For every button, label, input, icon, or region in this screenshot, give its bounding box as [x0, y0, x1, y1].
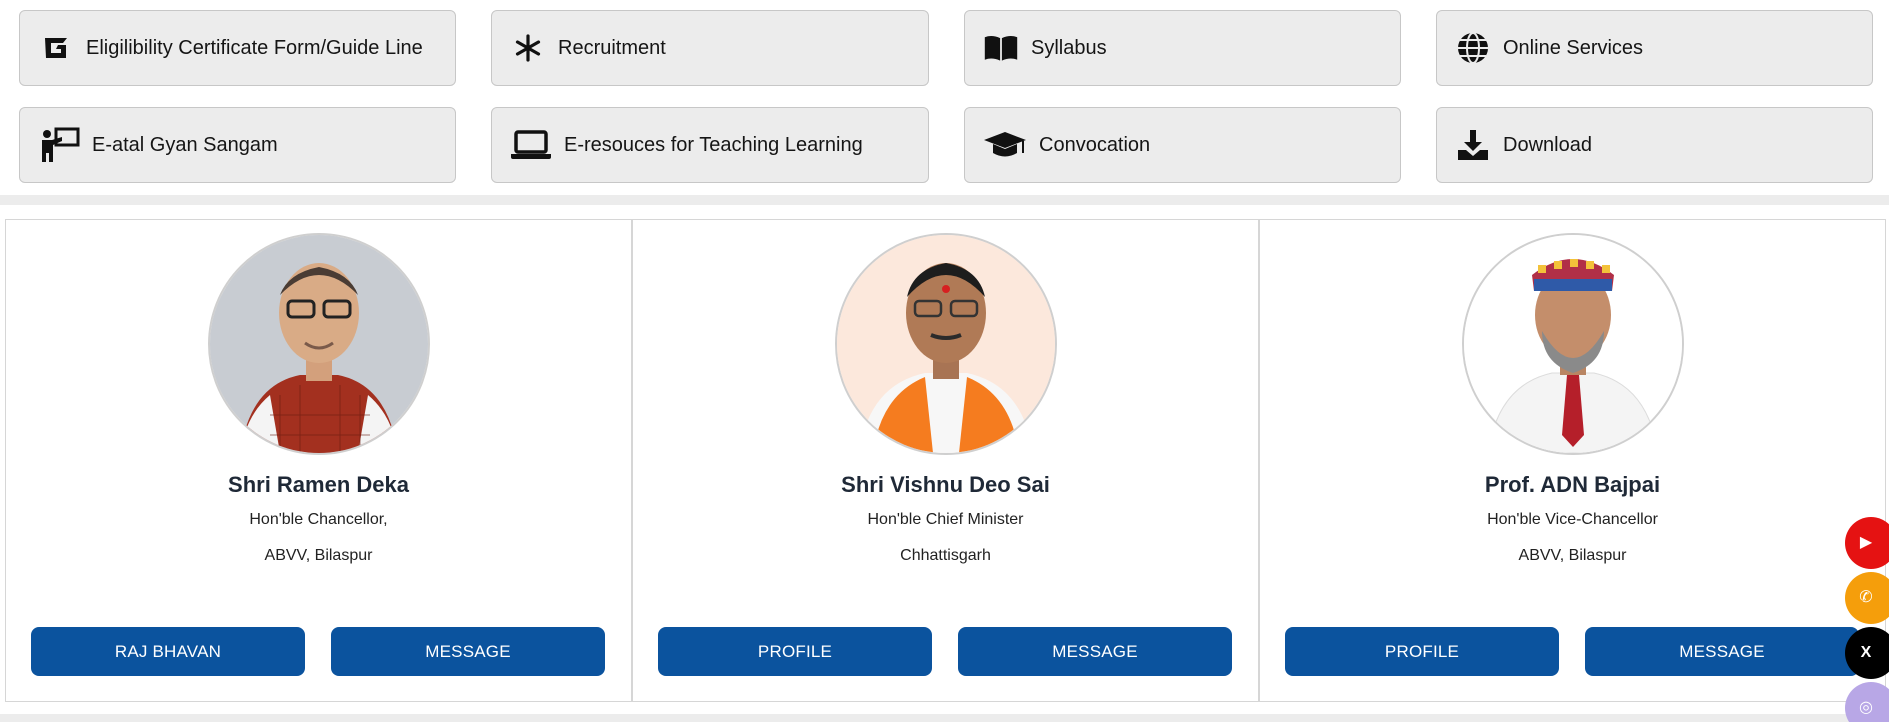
- quick-link-recruitment[interactable]: Recruitment: [491, 10, 929, 86]
- youtube-button[interactable]: ▶: [1845, 517, 1889, 569]
- whatsapp-button[interactable]: ✆: [1845, 572, 1889, 624]
- profile-role: Hon'ble Chief Minister: [867, 511, 1024, 528]
- quick-link-label: E-resouces for Teaching Learning: [564, 133, 863, 156]
- page: Eligilibility Certificate Form/Guide Lin…: [0, 0, 1889, 722]
- quick-link-syllabus[interactable]: Syllabus: [964, 10, 1401, 86]
- profile-button[interactable]: PROFILE: [1285, 627, 1559, 676]
- section-divider: [0, 714, 1889, 722]
- profile-location: Chhattisgarh: [900, 547, 991, 564]
- profile-location: ABVV, Bilaspur: [1518, 547, 1627, 564]
- quick-link-e-atal-gyan-sangam[interactable]: E-atal Gyan Sangam: [19, 107, 456, 183]
- quick-link-label: Syllabus: [1031, 36, 1107, 59]
- g-logo-icon: [38, 30, 74, 66]
- profile-name: Shri Ramen Deka: [228, 472, 409, 497]
- globe-icon: [1455, 30, 1491, 66]
- book-icon: [983, 30, 1019, 66]
- message-button[interactable]: MESSAGE: [1585, 627, 1859, 676]
- profile-name: Shri Vishnu Deo Sai: [841, 472, 1050, 497]
- laptop-icon: [510, 127, 552, 163]
- quick-link-label: Download: [1503, 133, 1592, 156]
- quick-link-label: Recruitment: [558, 36, 666, 59]
- quick-link-e-resources[interactable]: E-resouces for Teaching Learning: [491, 107, 929, 183]
- graduation-cap-icon: [983, 127, 1027, 163]
- section-divider: [0, 195, 1889, 205]
- x-button[interactable]: X: [1845, 627, 1889, 679]
- quick-link-eligibility[interactable]: Eligilibility Certificate Form/Guide Lin…: [19, 10, 456, 86]
- raj-bhavan-button[interactable]: RAJ BHAVAN: [31, 627, 305, 676]
- quick-link-label: E-atal Gyan Sangam: [92, 133, 278, 156]
- download-icon: [1455, 127, 1491, 163]
- dignitaries-section: Shri Ramen Deka Hon'ble Chancellor, ABVV…: [5, 219, 1889, 702]
- profile-location: ABVV, Bilaspur: [264, 547, 373, 564]
- x-icon: X: [1860, 644, 1872, 661]
- quick-links-grid: Eligilibility Certificate Form/Guide Lin…: [0, 0, 1889, 195]
- profile-card-chancellor: Shri Ramen Deka Hon'ble Chancellor, ABVV…: [5, 219, 632, 702]
- profile-card-vice-chancellor: Prof. ADN Bajpai Hon'ble Vice-Chancellor…: [1259, 219, 1886, 702]
- quick-link-download[interactable]: Download: [1436, 107, 1873, 183]
- message-button[interactable]: MESSAGE: [958, 627, 1232, 676]
- profile-button[interactable]: PROFILE: [658, 627, 932, 676]
- teacher-board-icon: [38, 127, 80, 163]
- quick-link-label: Eligilibility Certificate Form/Guide Lin…: [86, 36, 423, 59]
- message-button[interactable]: MESSAGE: [331, 627, 605, 676]
- quick-link-label: Online Services: [1503, 36, 1644, 59]
- whatsapp-icon: ✆: [1859, 589, 1873, 606]
- quick-link-online-services[interactable]: Online Services: [1436, 10, 1873, 86]
- profile-role: Hon'ble Chancellor,: [249, 511, 388, 528]
- avatar: [1461, 233, 1684, 455]
- asterisk-icon: [510, 30, 546, 66]
- avatar: [834, 233, 1057, 455]
- avatar: [207, 233, 430, 455]
- quick-link-label: Convocation: [1039, 133, 1151, 156]
- profile-role: Hon'ble Vice-Chancellor: [1487, 511, 1658, 528]
- instagram-icon: ◎: [1859, 699, 1873, 716]
- quick-link-convocation[interactable]: Convocation: [964, 107, 1401, 183]
- profile-card-chief-minister: Shri Vishnu Deo Sai Hon'ble Chief Minist…: [632, 219, 1259, 702]
- profile-name: Prof. ADN Bajpai: [1484, 472, 1661, 497]
- youtube-icon: ▶: [1859, 534, 1873, 551]
